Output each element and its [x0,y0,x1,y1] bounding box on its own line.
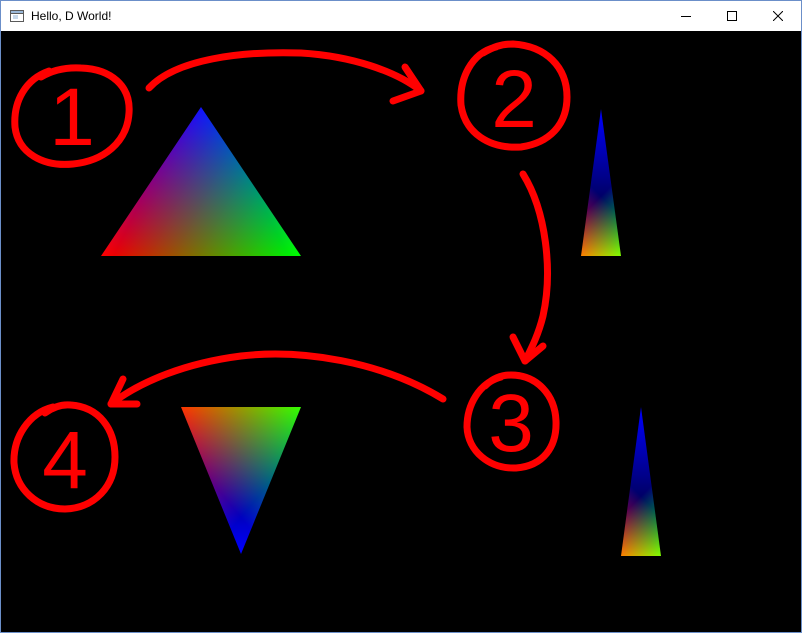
maximize-button[interactable] [709,1,755,31]
arrow-3-to-4 [107,350,447,408]
maximize-icon [727,11,737,21]
annotation-label-1: 1 [49,72,95,163]
close-icon [773,11,783,21]
annotation-label-2: 2 [491,54,537,145]
minimize-button[interactable] [663,1,709,31]
annotation-label-4: 4 [42,415,88,506]
rgb-triangle-3 [621,407,661,556]
window-title: Hello, D World! [31,9,112,23]
app-window: Hello, D World! 1 2 3 4 [0,0,802,633]
render-canvas: 1 2 3 4 [1,31,801,632]
rgb-triangle-4 [181,407,301,554]
window-controls [663,1,801,31]
arrow-2-to-3 [519,170,551,365]
rgb-triangle-2 [581,109,621,256]
rgb-triangle-1 [101,107,301,256]
window-app-icon [10,10,24,22]
title-bar[interactable]: Hello, D World! [1,1,801,31]
scene-svg: 1 2 3 4 [10,40,661,556]
arrow-1-to-2 [145,49,425,95]
minimize-icon [681,16,691,17]
annotation-label-3: 3 [488,378,534,469]
close-button[interactable] [755,1,801,31]
